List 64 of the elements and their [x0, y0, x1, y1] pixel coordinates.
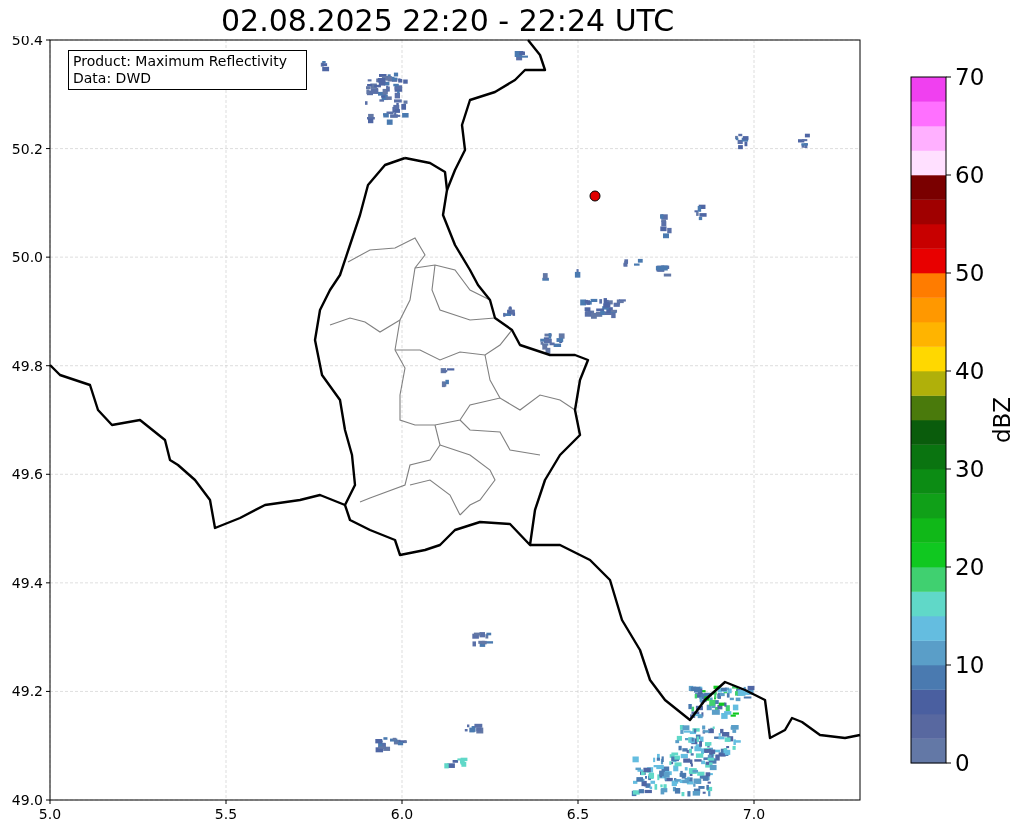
- axis-tick-label: 49.4: [11, 574, 43, 591]
- radar-echo: [464, 723, 484, 734]
- colorbar-label: dBZ: [989, 396, 1015, 444]
- colorbar-tick-label: 50: [955, 260, 985, 286]
- axis-tick-label: 6.0: [390, 806, 414, 822]
- axis-tick-label: 5.0: [38, 806, 62, 822]
- tick-mark: [225, 799, 227, 805]
- tick-mark: [945, 762, 952, 764]
- axis-tick-label: 49.0: [11, 792, 43, 808]
- colorbar-tick-label: 60: [955, 162, 985, 188]
- radar-echo: [688, 685, 755, 719]
- info-box: Product: Maximum Reflectivity Data: DWD: [68, 50, 307, 90]
- axis-tick-label: 50.2: [11, 140, 43, 157]
- colorbar-tick-label: 30: [955, 456, 985, 482]
- chart-title: 02.08.2025 22:20 - 22:24 UTC: [221, 2, 675, 36]
- tick-mark: [945, 174, 952, 176]
- radar-echo: [514, 51, 528, 61]
- tick-mark: [945, 272, 952, 274]
- tick-mark: [45, 473, 51, 475]
- radar-echo: [540, 333, 565, 354]
- tick-mark: [45, 365, 51, 367]
- axis-tick-label: 49.8: [11, 357, 43, 374]
- axis-tick-label: 49.6: [11, 466, 43, 483]
- tick-mark: [945, 566, 952, 568]
- radar-echo: [365, 72, 409, 125]
- tick-mark: [45, 148, 51, 150]
- radar-echo: [503, 306, 516, 317]
- tick-mark: [577, 799, 579, 805]
- radar-echo: [444, 757, 468, 769]
- radar-echo: [798, 133, 810, 148]
- radar-echo: [440, 368, 455, 388]
- radar-echo: [735, 133, 749, 150]
- tick-mark: [45, 256, 51, 258]
- radar-echo: [660, 214, 672, 239]
- tick-mark: [945, 664, 952, 666]
- tick-mark: [45, 39, 51, 41]
- axis-tick-label: 7.0: [742, 806, 766, 822]
- colorbar-tick-label: 10: [955, 652, 985, 678]
- radar-echo: [320, 61, 330, 72]
- radar-echo: [675, 725, 741, 761]
- radar-echo: [694, 204, 707, 221]
- tick-mark: [945, 370, 952, 372]
- colorbar-tick-label: 70: [955, 64, 985, 90]
- colorbar-tick-label: 40: [955, 358, 985, 384]
- axis-tick-label: 50.0: [11, 249, 43, 266]
- tick-mark: [45, 582, 51, 584]
- axis-tick-label: 5.5: [214, 806, 238, 822]
- axis-tick-label: 6.5: [566, 806, 590, 822]
- colorbar-tick-label: 0: [955, 750, 970, 776]
- location-marker: [589, 190, 601, 202]
- tick-mark: [753, 799, 755, 805]
- tick-mark: [45, 690, 51, 692]
- radar-echo: [472, 632, 494, 647]
- tick-mark: [945, 468, 952, 470]
- radar-echo: [542, 273, 549, 281]
- radar-echo: [623, 258, 643, 267]
- radar-echo: [580, 298, 626, 319]
- radar-echo: [655, 265, 672, 277]
- radar-echo: [375, 737, 407, 753]
- axis-tick-label: 49.2: [11, 683, 43, 700]
- tick-mark: [401, 799, 403, 805]
- colorbar-tick-label: 20: [955, 554, 985, 580]
- tick-mark: [945, 76, 952, 78]
- radar-echo: [574, 269, 581, 278]
